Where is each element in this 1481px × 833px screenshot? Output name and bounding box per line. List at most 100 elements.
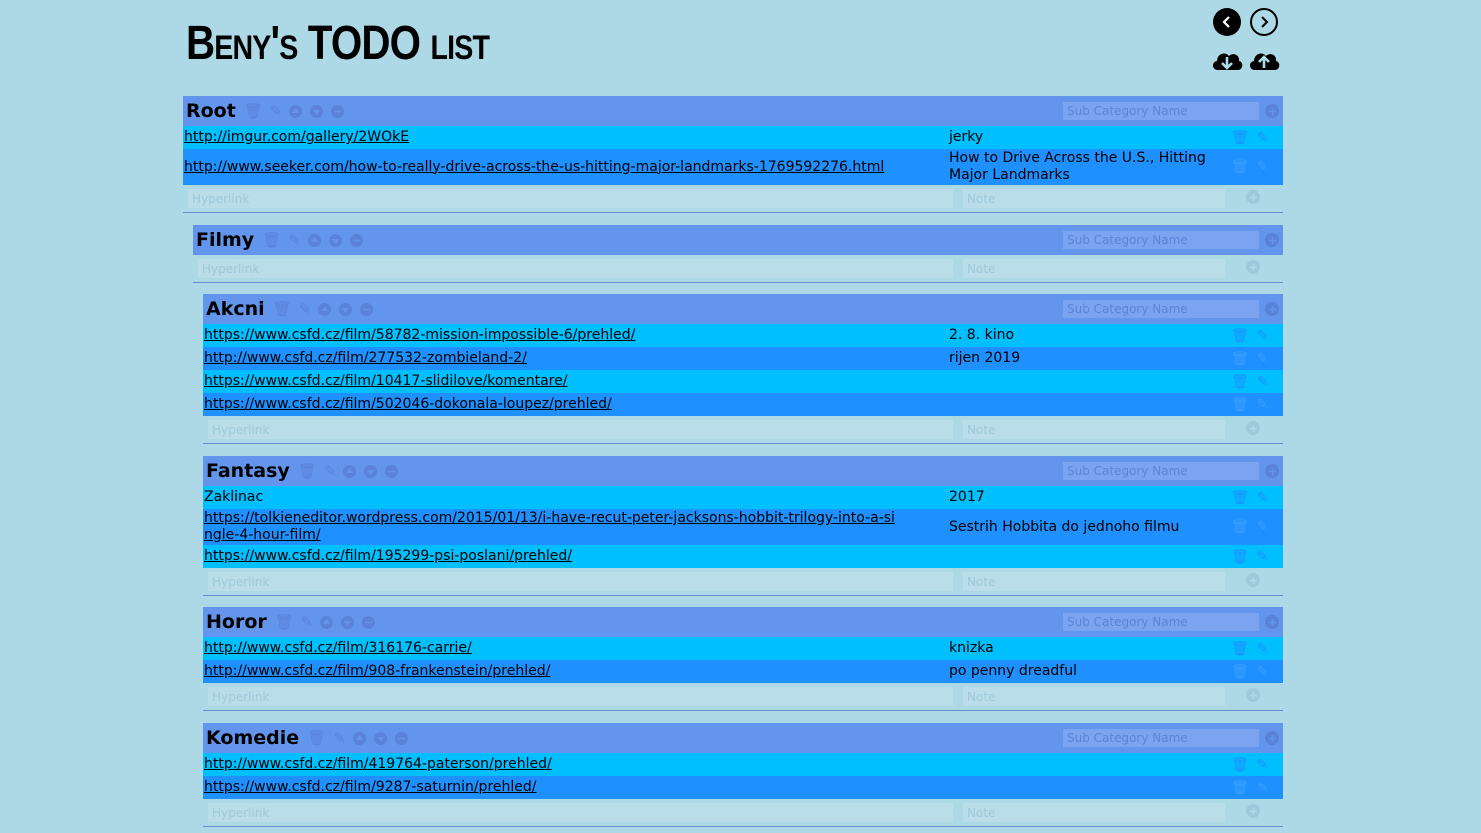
trash-icon[interactable]: 🗑 [1231, 398, 1249, 412]
pencil-icon[interactable]: ✎ [1257, 329, 1269, 343]
trash-icon[interactable]: 🗑 [275, 614, 294, 630]
hyperlink-input[interactable] [208, 803, 953, 822]
minus-circle-icon[interactable] [349, 233, 363, 247]
sub-category-input[interactable] [1063, 613, 1259, 631]
trash-icon[interactable]: 🗑 [244, 103, 263, 119]
item-link[interactable]: https://tolkieneditor.wordpress.com/2015… [204, 510, 895, 543]
arrow-up-circle-icon[interactable] [307, 233, 321, 247]
trash-icon[interactable]: 🗑 [1231, 352, 1249, 366]
pencil-icon[interactable]: ✎ [1257, 781, 1269, 795]
pencil-icon[interactable]: ✎ [301, 614, 314, 630]
arrow-down-circle-icon[interactable] [341, 615, 355, 629]
hyperlink-input[interactable] [208, 572, 953, 591]
minus-circle-icon[interactable] [385, 464, 399, 478]
trash-icon[interactable]: 🗑 [1231, 781, 1249, 795]
hyperlink-input[interactable] [188, 189, 953, 208]
note-input[interactable] [963, 189, 1225, 208]
item-link[interactable]: https://www.csfd.cz/film/58782-mission-i… [204, 327, 635, 343]
next-button[interactable] [1250, 8, 1278, 36]
hyperlink-input[interactable] [198, 259, 953, 278]
item-link[interactable]: http://www.csfd.cz/film/419764-paterson/… [204, 756, 552, 772]
arrow-up-circle-icon[interactable] [343, 464, 357, 478]
pencil-icon[interactable]: ✎ [1257, 375, 1269, 389]
pencil-icon[interactable]: ✎ [324, 463, 337, 479]
plus-circle-icon[interactable] [1265, 731, 1279, 745]
plus-circle-icon[interactable] [1246, 421, 1260, 435]
trash-icon[interactable]: 🗑 [1231, 642, 1249, 656]
sub-category-input[interactable] [1063, 300, 1259, 318]
plus-circle-icon[interactable] [1265, 302, 1279, 316]
plus-circle-icon[interactable] [1246, 190, 1260, 204]
plus-circle-icon[interactable] [1246, 260, 1260, 274]
upload-button[interactable] [1247, 46, 1281, 76]
arrow-up-circle-icon[interactable] [320, 615, 334, 629]
note-input[interactable] [963, 420, 1225, 439]
trash-icon[interactable]: 🗑 [273, 301, 292, 317]
hyperlink-input[interactable] [208, 687, 953, 706]
arrow-down-circle-icon[interactable] [328, 233, 342, 247]
item-link[interactable]: https://www.csfd.cz/film/502046-dokonala… [204, 396, 612, 412]
pencil-icon[interactable]: ✎ [1257, 758, 1269, 772]
pencil-icon[interactable]: ✎ [270, 103, 283, 119]
plus-circle-icon[interactable] [1265, 464, 1279, 478]
sub-category-input[interactable] [1063, 231, 1259, 249]
previous-button[interactable] [1213, 8, 1241, 36]
trash-icon[interactable]: 🗑 [1231, 375, 1249, 389]
arrow-up-circle-icon[interactable] [289, 104, 303, 118]
item-link[interactable]: https://www.csfd.cz/film/9287-saturnin/p… [204, 779, 537, 795]
pencil-icon[interactable]: ✎ [1257, 160, 1269, 174]
arrow-down-circle-icon[interactable] [310, 104, 324, 118]
pencil-icon[interactable]: ✎ [1257, 665, 1269, 679]
arrow-down-circle-icon[interactable] [373, 731, 387, 745]
arrow-up-circle-icon[interactable] [318, 302, 332, 316]
sub-category-input[interactable] [1063, 102, 1259, 120]
trash-icon[interactable]: 🗑 [1231, 550, 1249, 564]
trash-icon[interactable]: 🗑 [1231, 758, 1249, 772]
trash-icon[interactable]: 🗑 [1231, 520, 1249, 534]
trash-icon[interactable]: 🗑 [1231, 329, 1249, 343]
minus-circle-icon[interactable] [394, 731, 408, 745]
item-link[interactable]: https://www.csfd.cz/film/10417-slidilove… [204, 373, 567, 389]
pencil-icon[interactable]: ✎ [333, 730, 346, 746]
sub-category-input[interactable] [1063, 462, 1259, 480]
plus-circle-icon[interactable] [1265, 104, 1279, 118]
pencil-icon[interactable]: ✎ [1257, 491, 1269, 505]
note-input[interactable] [963, 572, 1225, 591]
minus-circle-icon[interactable] [331, 104, 345, 118]
sub-category-input[interactable] [1063, 729, 1259, 747]
item-link[interactable]: http://www.seeker.com/how-to-really-driv… [184, 159, 884, 175]
trash-icon[interactable]: 🗑 [307, 730, 326, 746]
plus-circle-icon[interactable] [1265, 615, 1279, 629]
item-link[interactable]: http://www.csfd.cz/film/316176-carrie/ [204, 640, 472, 656]
note-input[interactable] [963, 687, 1225, 706]
minus-circle-icon[interactable] [360, 302, 374, 316]
note-input[interactable] [963, 259, 1225, 278]
hyperlink-input[interactable] [208, 420, 953, 439]
pencil-icon[interactable]: ✎ [299, 301, 312, 317]
item-link[interactable]: http://www.csfd.cz/film/908-frankenstein… [204, 663, 550, 679]
pencil-icon[interactable]: ✎ [1257, 352, 1269, 366]
pencil-icon[interactable]: ✎ [1257, 550, 1269, 564]
plus-circle-icon[interactable] [1246, 688, 1260, 702]
pencil-icon[interactable]: ✎ [1257, 398, 1269, 412]
item-link[interactable]: http://imgur.com/gallery/2WOkE [184, 129, 409, 145]
trash-icon[interactable]: 🗑 [1231, 131, 1249, 145]
trash-icon[interactable]: 🗑 [262, 232, 281, 248]
trash-icon[interactable]: 🗑 [1231, 665, 1249, 679]
arrow-down-circle-icon[interactable] [364, 464, 378, 478]
pencil-icon[interactable]: ✎ [1257, 520, 1269, 534]
download-button[interactable] [1210, 46, 1244, 76]
trash-icon[interactable]: 🗑 [1231, 160, 1249, 174]
trash-icon[interactable]: 🗑 [1231, 491, 1249, 505]
note-input[interactable] [963, 803, 1225, 822]
item-link[interactable]: http://www.csfd.cz/film/277532-zombielan… [204, 350, 527, 366]
pencil-icon[interactable]: ✎ [288, 232, 301, 248]
arrow-down-circle-icon[interactable] [339, 302, 353, 316]
pencil-icon[interactable]: ✎ [1257, 131, 1269, 145]
trash-icon[interactable]: 🗑 [298, 463, 317, 479]
minus-circle-icon[interactable] [362, 615, 376, 629]
plus-circle-icon[interactable] [1246, 804, 1260, 818]
pencil-icon[interactable]: ✎ [1257, 642, 1269, 656]
item-link[interactable]: https://www.csfd.cz/film/195299-psi-posl… [204, 548, 572, 564]
plus-circle-icon[interactable] [1246, 573, 1260, 587]
